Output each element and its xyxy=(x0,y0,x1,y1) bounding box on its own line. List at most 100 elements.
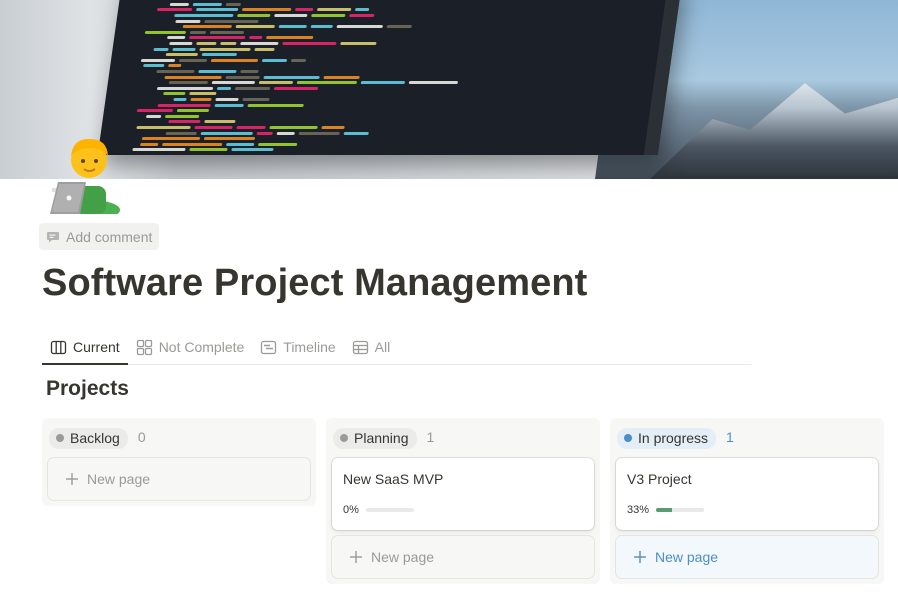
page-cover-image[interactable] xyxy=(0,0,898,179)
progress-label: 0% xyxy=(343,504,359,516)
code-line xyxy=(257,142,298,146)
column-count: 1 xyxy=(726,429,734,445)
page-title[interactable]: Software Project Management xyxy=(42,262,587,305)
code-line xyxy=(192,2,223,6)
code-line xyxy=(172,47,196,51)
gallery-icon xyxy=(136,339,152,355)
code-line xyxy=(169,42,193,45)
new-page-button[interactable]: New page xyxy=(616,536,878,578)
code-line xyxy=(211,81,256,85)
code-line xyxy=(343,131,369,135)
tab-label: Timeline xyxy=(283,339,336,355)
board-card[interactable]: New SaaS MVP 0% xyxy=(332,458,594,530)
new-page-button[interactable]: New page xyxy=(332,536,594,578)
card-progress: 33% xyxy=(616,494,878,530)
code-line xyxy=(136,126,191,129)
plus-icon xyxy=(66,473,78,485)
code-line xyxy=(210,58,259,62)
code-line xyxy=(234,86,271,90)
progress-label: 33% xyxy=(627,504,650,516)
code-line xyxy=(164,75,222,79)
status-dot xyxy=(624,434,632,442)
comment-icon xyxy=(47,231,59,242)
status-label: Planning xyxy=(354,430,409,446)
tab-label: Not Complete xyxy=(158,339,245,355)
code-line xyxy=(240,70,259,73)
board-column-in-progress: In progress 1 V3 Project 33% New page xyxy=(610,418,884,584)
code-line xyxy=(175,19,201,23)
code-line xyxy=(294,8,314,12)
view-tabs: Current Not Complete Timeline All xyxy=(42,330,751,365)
card-title: V3 Project xyxy=(627,471,692,487)
tab-timeline[interactable]: Timeline xyxy=(252,330,343,364)
code-line xyxy=(216,86,232,90)
code-line xyxy=(174,14,234,17)
code-line xyxy=(189,148,228,152)
table-icon xyxy=(352,340,368,354)
code-line xyxy=(209,30,245,34)
code-line xyxy=(165,53,199,57)
code-line xyxy=(240,42,279,45)
tab-current[interactable]: Current xyxy=(42,330,128,365)
status-badge[interactable]: Planning xyxy=(333,427,417,449)
new-page-label: New page xyxy=(87,471,151,487)
code-line xyxy=(256,131,273,135)
code-line xyxy=(143,64,165,68)
tab-label: Current xyxy=(73,339,120,355)
code-line xyxy=(189,30,207,34)
code-line xyxy=(248,36,263,40)
status-badge[interactable]: In progress xyxy=(617,427,717,449)
code-line xyxy=(225,142,255,146)
code-line xyxy=(156,70,195,73)
code-line xyxy=(273,86,319,90)
code-line xyxy=(176,109,210,113)
code-line xyxy=(144,30,187,34)
tab-all[interactable]: All xyxy=(344,330,399,364)
status-badge[interactable]: Backlog xyxy=(49,427,128,449)
code-line xyxy=(161,142,223,146)
board-column-planning: Planning 1 New SaaS MVP 0% New page xyxy=(326,418,600,584)
code-line xyxy=(316,8,352,12)
code-line xyxy=(340,42,377,45)
tab-label: All xyxy=(374,339,391,355)
add-comment-button[interactable]: Add comment xyxy=(39,223,160,250)
code-line xyxy=(265,36,314,40)
code-line xyxy=(236,126,266,129)
code-line xyxy=(139,142,159,146)
man-technologist-icon xyxy=(50,138,120,220)
code-line xyxy=(165,131,197,135)
new-page-button[interactable]: New page xyxy=(48,458,310,500)
page-icon[interactable] xyxy=(42,136,120,220)
code-line xyxy=(354,8,370,12)
code-line xyxy=(214,103,244,107)
code-line xyxy=(349,14,375,17)
status-dot xyxy=(56,434,64,442)
code-line xyxy=(360,81,406,85)
code-line xyxy=(258,81,294,85)
code-line xyxy=(263,75,320,79)
database-title[interactable]: Projects xyxy=(46,377,129,401)
code-line xyxy=(173,98,187,101)
code-line xyxy=(274,14,308,17)
code-line xyxy=(189,92,217,96)
code-line xyxy=(196,42,217,45)
code-line xyxy=(261,58,288,62)
code-line xyxy=(194,126,233,129)
new-page-label: New page xyxy=(371,549,435,565)
code-line xyxy=(168,120,201,124)
code-line xyxy=(237,14,271,17)
code-line xyxy=(290,58,307,62)
column-header: In progress 1 xyxy=(610,418,884,458)
code-line xyxy=(141,137,201,141)
status-label: In progress xyxy=(638,430,709,446)
code-line xyxy=(190,98,212,101)
code-line xyxy=(204,19,259,23)
board-card[interactable]: V3 Project 33% xyxy=(616,458,878,530)
code-line xyxy=(164,114,200,118)
plus-icon xyxy=(634,551,646,563)
column-header: Backlog 0 xyxy=(42,418,316,458)
code-line xyxy=(323,75,360,79)
tab-not-complete[interactable]: Not Complete xyxy=(128,330,253,364)
code-line xyxy=(203,137,256,141)
column-header: Planning 1 xyxy=(326,418,600,458)
